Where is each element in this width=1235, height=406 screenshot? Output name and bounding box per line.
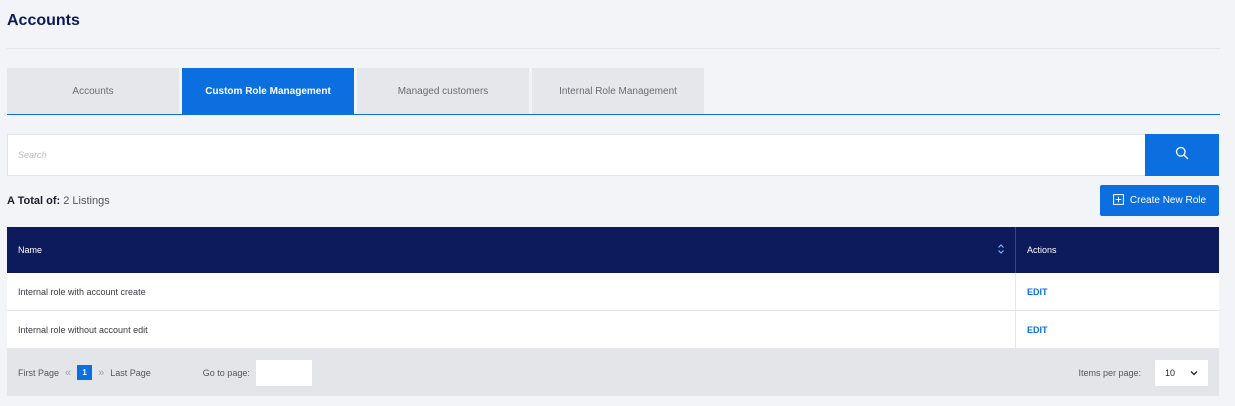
chevron-double-left-icon[interactable]: « — [65, 367, 71, 379]
items-per-page-label: Items per page: — [1078, 367, 1141, 378]
role-name: Internal role with account create — [7, 273, 1016, 310]
tab-internal-role-management[interactable]: Internal Role Management — [532, 68, 704, 114]
go-to-page-label: Go to page: — [202, 367, 250, 378]
go-to-page-input[interactable] — [255, 359, 312, 386]
column-header-name[interactable]: Name — [7, 227, 1016, 273]
table-header: Name Actions — [7, 227, 1219, 273]
edit-link[interactable]: EDIT — [1016, 273, 1219, 310]
chevron-double-right-icon[interactable]: » — [98, 367, 104, 379]
sort-icon[interactable] — [997, 243, 1005, 257]
tab-bar: Accounts Custom Role Management Managed … — [7, 68, 707, 114]
last-page-link[interactable]: Last Page — [110, 368, 151, 378]
search-button[interactable] — [1145, 134, 1219, 176]
plus-square-icon — [1113, 193, 1124, 208]
tab-custom-role-management[interactable]: Custom Role Management — [182, 68, 354, 114]
create-new-role-button[interactable]: Create New Role — [1100, 185, 1219, 216]
search-bar — [7, 134, 1219, 176]
total-label: A Total of: — [7, 195, 61, 207]
table-row: Internal role with account create EDIT — [7, 273, 1219, 311]
edit-link[interactable]: EDIT — [1016, 311, 1219, 348]
role-name: Internal role without account edit — [7, 311, 1016, 348]
title-divider — [7, 48, 1220, 49]
search-icon — [1175, 146, 1189, 165]
tab-underline — [7, 114, 1220, 115]
search-input[interactable] — [7, 134, 1145, 176]
tab-managed-customers[interactable]: Managed customers — [357, 68, 529, 114]
total-count: 2 Listings — [63, 195, 110, 207]
page-title: Accounts — [7, 12, 80, 29]
items-per-page-select[interactable]: 10 — [1155, 359, 1208, 386]
listing-total: A Total of: 2 Listings — [7, 195, 110, 207]
items-per-page-value: 10 — [1165, 367, 1176, 378]
create-new-role-label: Create New Role — [1129, 195, 1207, 206]
pagination-bar: First Page « 1 » Last Page Go to page: I… — [7, 349, 1219, 396]
column-header-name-label: Name — [18, 245, 43, 255]
roles-table: Name Actions Internal role with account … — [7, 227, 1219, 396]
tab-accounts[interactable]: Accounts — [7, 68, 179, 114]
table-row: Internal role without account edit EDIT — [7, 311, 1219, 349]
column-header-actions: Actions — [1027, 245, 1057, 255]
first-page-link[interactable]: First Page — [18, 368, 59, 378]
page-number-current[interactable]: 1 — [77, 365, 93, 380]
chevron-down-icon — [1190, 368, 1198, 378]
